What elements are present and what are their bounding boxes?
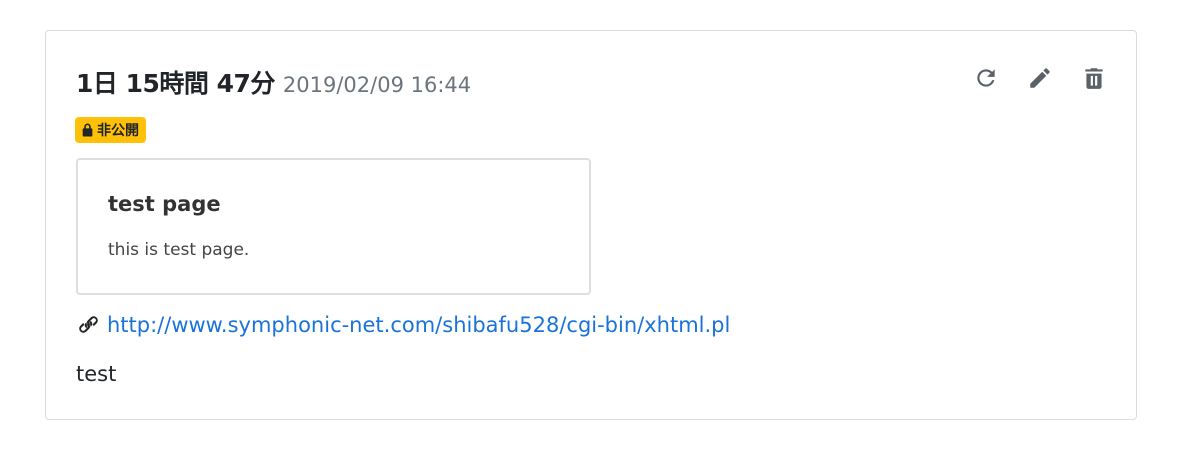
- duration-text: 1日 15時間 47分: [76, 69, 275, 98]
- entry-actions: [972, 64, 1108, 92]
- link-preview-card[interactable]: test page this is test page.: [76, 158, 591, 295]
- entry-url-link[interactable]: http://www.symphonic-net.com/shibafu528/…: [107, 313, 730, 337]
- private-badge: 非公開: [75, 117, 146, 143]
- preview-description: this is test page.: [108, 240, 250, 260]
- timestamp-link[interactable]: 2019/02/09 16:44: [283, 73, 471, 97]
- checkin-card: 1日 15時間 47分 2019/02/09 16:44 非公開 test pa…: [45, 30, 1137, 420]
- refresh-icon: [977, 69, 995, 87]
- refresh-button[interactable]: [972, 64, 1000, 92]
- entry-header: 1日 15時間 47分 2019/02/09 16:44: [76, 64, 471, 100]
- preview-title: test page: [108, 192, 221, 216]
- edit-button[interactable]: [1026, 64, 1054, 92]
- trash-icon: [1085, 68, 1103, 89]
- pencil-icon: [1030, 68, 1050, 88]
- entry-note: test: [76, 362, 117, 386]
- lock-icon: [82, 123, 93, 137]
- badge-label: 非公開: [97, 123, 139, 139]
- link-icon: [79, 316, 98, 333]
- delete-button[interactable]: [1080, 64, 1108, 92]
- link-row: http://www.symphonic-net.com/shibafu528/…: [76, 312, 730, 337]
